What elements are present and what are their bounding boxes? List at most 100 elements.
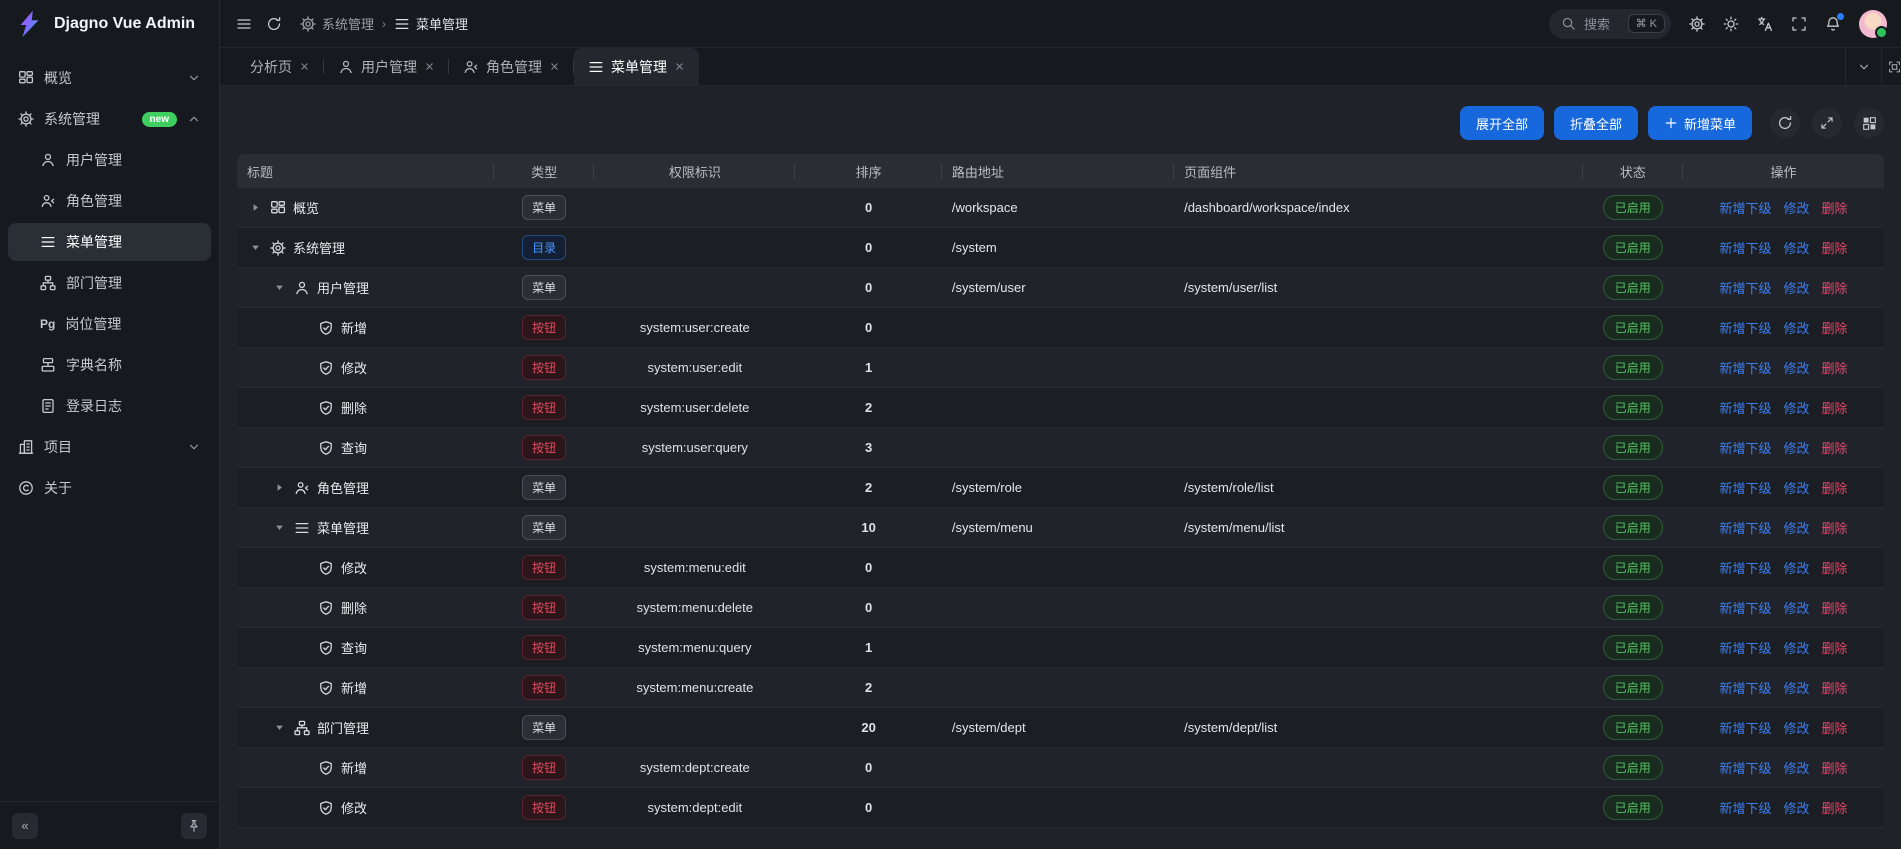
refresh-button[interactable] [266,16,282,32]
action-delete[interactable]: 删除 [1821,398,1847,417]
table-row[interactable]: 修改 按钮 system:menu:edit 0 已启用 新增下级 修改 删除 [237,548,1884,588]
tab-close-icon[interactable] [549,61,560,72]
table-row[interactable]: 删除 按钮 system:menu:delete 0 已启用 新增下级 修改 删… [237,588,1884,628]
table-row[interactable]: 角色管理 菜单 2 /system/role /system/role/list… [237,468,1884,508]
column-header-component[interactable]: 页面组件 [1174,154,1582,188]
language-translate-icon[interactable] [1757,16,1773,32]
action-link[interactable]: 新增下级 [1719,638,1771,657]
action-delete[interactable]: 删除 [1821,638,1847,657]
action-delete[interactable]: 删除 [1821,278,1847,297]
table-row[interactable]: 用户管理 菜单 0 /system/user /system/user/list… [237,268,1884,308]
search-input[interactable]: 搜索 ⌘ K [1549,9,1671,39]
table-row[interactable]: 修改 按钮 system:dept:edit 0 已启用 新增下级 修改 删除 [237,788,1884,828]
action-link[interactable]: 新增下级 [1719,358,1771,377]
content-maximize-icon[interactable] [1881,48,1901,85]
tab-close-icon[interactable] [674,61,685,72]
sidebar-subitem-1-0[interactable]: 用户管理 [8,141,211,179]
table-row[interactable]: 新增 按钮 system:menu:create 2 已启用 新增下级 修改 删… [237,668,1884,708]
app-logo[interactable]: Djagno Vue Admin [0,0,219,48]
action-link[interactable]: 新增下级 [1719,278,1771,297]
action-delete[interactable]: 删除 [1821,198,1847,217]
action-link[interactable]: 新增下级 [1719,398,1771,417]
tab-2[interactable]: 角色管理 [449,48,574,85]
action-delete[interactable]: 删除 [1821,758,1847,777]
action-delete[interactable]: 删除 [1821,558,1847,577]
action-link[interactable]: 新增下级 [1719,598,1771,617]
user-avatar[interactable] [1859,10,1887,38]
action-link[interactable]: 修改 [1783,478,1809,497]
notification-bell-icon[interactable] [1825,16,1841,32]
action-delete[interactable]: 删除 [1821,478,1847,497]
action-link[interactable]: 新增下级 [1719,758,1771,777]
sidebar-item-2[interactable]: 项目 [8,428,211,466]
tab-close-icon[interactable] [424,61,435,72]
tree-caret-right-icon[interactable] [271,482,287,493]
column-header-type[interactable]: 类型 [494,154,594,188]
sidebar-subitem-1-3[interactable]: 部门管理 [8,264,211,302]
table-row[interactable]: 概览 菜单 0 /workspace /dashboard/workspace/… [237,188,1884,228]
hamburger-menu-button[interactable] [236,16,252,32]
action-delete[interactable]: 删除 [1821,718,1847,737]
add-menu-button[interactable]: 新增菜单 [1648,106,1752,140]
table-row[interactable]: 系统管理 目录 0 /system 已启用 新增下级 修改 删除 [237,228,1884,268]
sidebar-subitem-1-1[interactable]: 角色管理 [8,182,211,220]
table-refresh-icon[interactable] [1770,108,1800,138]
tabs-dropdown-chevron-icon[interactable] [1845,48,1881,85]
action-link[interactable]: 新增下级 [1719,318,1771,337]
tab-close-icon[interactable] [299,61,310,72]
table-row[interactable]: 新增 按钮 system:user:create 0 已启用 新增下级 修改 删… [237,308,1884,348]
action-link[interactable]: 修改 [1783,318,1809,337]
breadcrumb-item-1[interactable]: 菜单管理 [394,14,468,33]
sidebar-subitem-1-6[interactable]: 登录日志 [8,387,211,425]
action-link[interactable]: 新增下级 [1719,718,1771,737]
action-link[interactable]: 修改 [1783,358,1809,377]
tab-3[interactable]: 菜单管理 [574,48,699,85]
action-link[interactable]: 新增下级 [1719,478,1771,497]
action-link[interactable]: 修改 [1783,438,1809,457]
action-delete[interactable]: 删除 [1821,798,1847,817]
table-row[interactable]: 修改 按钮 system:user:edit 1 已启用 新增下级 修改 删除 [237,348,1884,388]
sidebar-item-3[interactable]: 关于 [8,469,211,507]
action-link[interactable]: 修改 [1783,798,1809,817]
collapse-all-button[interactable]: 折叠全部 [1554,106,1638,140]
sidebar-subitem-1-4[interactable]: Pg岗位管理 [8,305,211,343]
pin-button[interactable] [181,813,207,839]
column-header-sort[interactable]: 排序 [795,154,942,188]
action-delete[interactable]: 删除 [1821,598,1847,617]
action-link[interactable]: 修改 [1783,718,1809,737]
table-row[interactable]: 查询 按钮 system:menu:query 1 已启用 新增下级 修改 删除 [237,628,1884,668]
action-link[interactable]: 修改 [1783,238,1809,257]
action-link[interactable]: 新增下级 [1719,198,1771,217]
column-header-perm[interactable]: 权限标识 [594,154,795,188]
column-header-ops[interactable]: 操作 [1683,154,1884,188]
action-link[interactable]: 修改 [1783,638,1809,657]
action-link[interactable]: 修改 [1783,558,1809,577]
action-delete[interactable]: 删除 [1821,318,1847,337]
sidebar-subitem-1-2[interactable]: 菜单管理 [8,223,211,261]
action-link[interactable]: 新增下级 [1719,438,1771,457]
action-link[interactable]: 新增下级 [1719,518,1771,537]
action-link[interactable]: 修改 [1783,758,1809,777]
action-delete[interactable]: 删除 [1821,678,1847,697]
action-delete[interactable]: 删除 [1821,238,1847,257]
table-fullscreen-icon[interactable] [1812,108,1842,138]
action-link[interactable]: 新增下级 [1719,558,1771,577]
action-link[interactable]: 新增下级 [1719,678,1771,697]
tree-caret-down-icon[interactable] [271,522,287,533]
column-header-status[interactable]: 状态 [1583,154,1683,188]
action-delete[interactable]: 删除 [1821,518,1847,537]
table-row[interactable]: 菜单管理 菜单 10 /system/menu /system/menu/lis… [237,508,1884,548]
action-delete[interactable]: 删除 [1821,438,1847,457]
tree-caret-down-icon[interactable] [247,242,263,253]
action-link[interactable]: 修改 [1783,678,1809,697]
tree-caret-down-icon[interactable] [271,722,287,733]
action-link[interactable]: 修改 [1783,198,1809,217]
tree-caret-down-icon[interactable] [271,282,287,293]
breadcrumb-item-0[interactable]: 系统管理 [300,14,374,33]
sidebar-subitem-1-5[interactable]: 字典名称 [8,346,211,384]
settings-gear-icon[interactable] [1689,16,1705,32]
action-link[interactable]: 修改 [1783,398,1809,417]
action-link[interactable]: 修改 [1783,278,1809,297]
table-row[interactable]: 删除 按钮 system:user:delete 2 已启用 新增下级 修改 删… [237,388,1884,428]
theme-sun-icon[interactable] [1723,16,1739,32]
